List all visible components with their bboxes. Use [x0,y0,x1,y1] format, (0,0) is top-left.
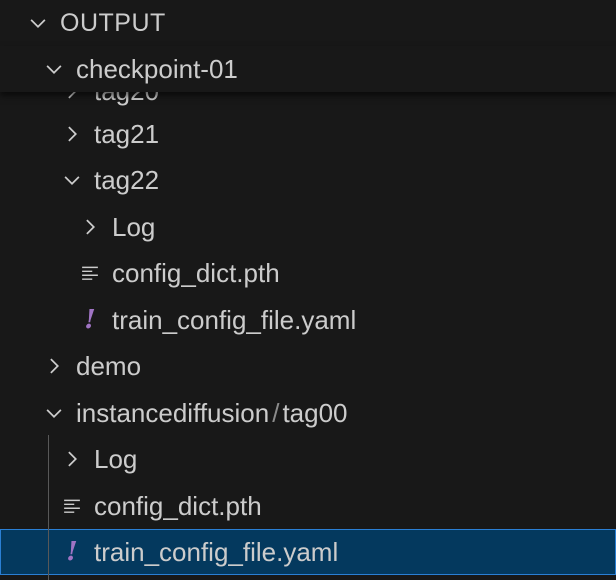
exclamation-yaml-icon: ! [66,537,78,567]
file-config-dict[interactable]: config_dict.pth [0,250,616,296]
chevron-right-icon [80,217,100,237]
file-train-config-yaml-selected[interactable]: ! train_config_file.yaml [0,529,616,575]
compact-folder-part[interactable]: tag00 [282,398,347,428]
folder-label: demo [76,351,142,381]
chevron-down-icon [44,403,64,423]
chevron-down-icon [28,13,48,33]
folder-label: Log [94,444,138,474]
compact-folder-part[interactable]: instancediffusion [76,398,269,428]
section-title: OUTPUT [60,8,166,37]
chevron-right-icon [62,124,82,144]
exclamation-yaml-icon: ! [84,305,96,335]
file-config-dict[interactable]: config_dict.pth [0,483,616,529]
lines-file-icon [80,264,100,282]
folder-label: checkpoint-01 [76,54,238,84]
folder-label: Log [112,212,156,242]
folder-label: tag21 [94,119,160,149]
lines-file-icon [62,497,82,515]
file-label: config_dict.pth [112,258,280,288]
folder-checkpoint-01[interactable]: checkpoint-01 [0,46,616,92]
indent-guide [48,435,49,580]
folder-tag22[interactable]: tag22 [0,157,616,203]
chevron-right-icon [62,449,82,469]
folder-tag21[interactable]: tag21 [0,111,616,157]
folder-log[interactable]: Log [0,436,616,482]
folder-demo[interactable]: demo [0,343,616,389]
chevron-right-icon [44,356,64,376]
file-label: config_dict.pth [94,491,262,521]
file-label: train_config_file.yaml [94,537,339,567]
file-label: train_config_file.yaml [112,305,357,335]
folder-log[interactable]: Log [0,204,616,250]
folder-label: tag22 [94,165,160,195]
folder-instancediffusion-tag00[interactable]: instancediffusion / tag00 [0,390,616,436]
compact-folder-label: instancediffusion / tag00 [76,400,348,426]
chevron-down-icon [62,170,82,190]
output-section-header[interactable]: OUTPUT [0,0,616,46]
file-train-config-yaml[interactable]: ! train_config_file.yaml [0,297,616,343]
chevron-down-icon [44,59,64,79]
path-separator: / [272,398,280,428]
